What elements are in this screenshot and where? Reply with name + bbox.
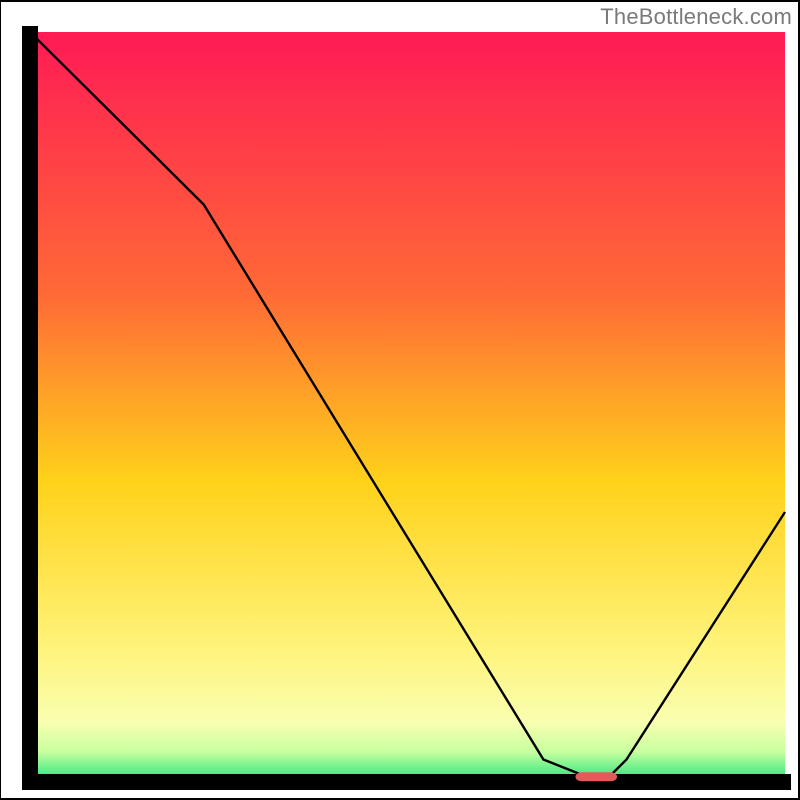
optimal-marker [575,772,617,781]
chart-container: TheBottleneck.com [0,0,800,800]
bottleneck-chart [0,0,800,800]
watermark-text: TheBottleneck.com [600,4,792,30]
